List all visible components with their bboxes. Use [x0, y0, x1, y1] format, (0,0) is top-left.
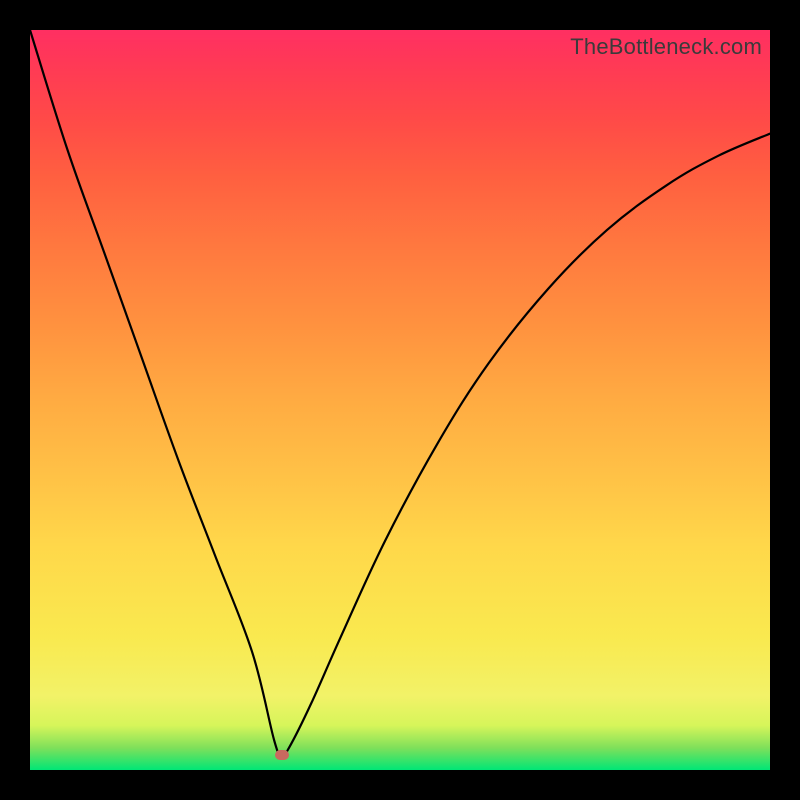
- optimum-marker: [275, 750, 289, 760]
- bottleneck-curve: [30, 30, 770, 770]
- curve-path: [30, 30, 770, 756]
- chart-frame: TheBottleneck.com: [0, 0, 800, 800]
- plot-area: TheBottleneck.com: [30, 30, 770, 770]
- watermark-text: TheBottleneck.com: [570, 34, 762, 60]
